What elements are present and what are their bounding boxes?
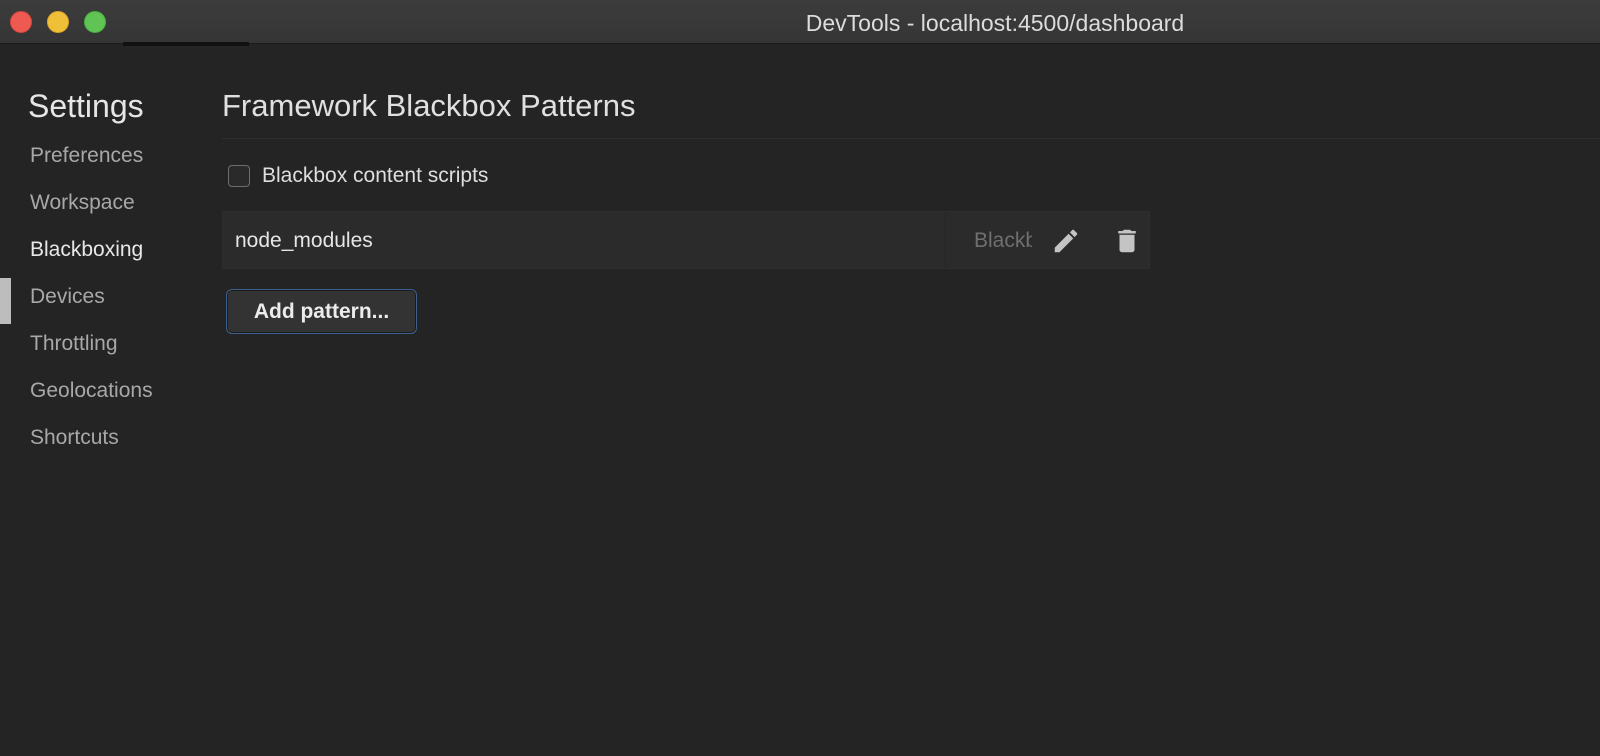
devtools-window: DevTools - localhost:4500/dashboard Sett… [0,0,1600,756]
title-bar: DevTools - localhost:4500/dashboard [0,0,1600,44]
sidebar-item-devices[interactable]: Devices [30,285,105,309]
content-scripts-label[interactable]: Blackbox content scripts [262,164,488,188]
pencil-icon[interactable] [1051,226,1081,256]
sidebar-title: Settings [28,88,144,124]
settings-sidebar: Settings Preferences Workspace Blackboxi… [0,46,210,756]
active-item-marker [0,278,11,324]
window-title: DevTools - localhost:4500/dashboard [805,10,1185,36]
pattern-name: node_modules [235,229,373,252]
add-pattern-button[interactable]: Add pattern... [226,289,417,334]
trash-icon[interactable] [1112,226,1142,256]
sidebar-item-workspace[interactable]: Workspace [30,191,135,215]
title-divider [222,138,1600,139]
pattern-list-item[interactable]: node_modules Blackbox [222,211,1150,269]
content-scripts-option[interactable]: Blackbox content scripts [228,163,488,189]
sidebar-item-blackboxing[interactable]: Blackboxing [30,238,143,262]
sidebar-item-shortcuts[interactable]: Shortcuts [30,426,119,450]
pattern-behavior-cell: Blackbox [945,212,1151,268]
sidebar-item-geolocations[interactable]: Geolocations [30,379,153,403]
sidebar-item-preferences[interactable]: Preferences [30,144,143,168]
page-title: Framework Blackbox Patterns [222,88,636,123]
content-scripts-checkbox[interactable] [228,165,250,187]
sidebar-item-throttling[interactable]: Throttling [30,332,118,356]
pattern-behavior: Blackbox [974,229,1032,252]
